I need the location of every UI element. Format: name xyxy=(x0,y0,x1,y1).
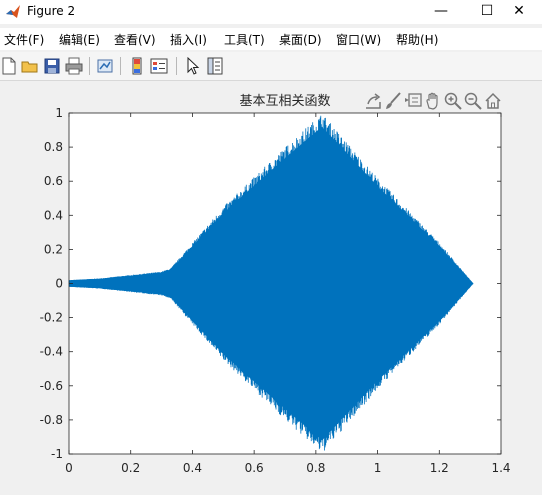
minimize-button[interactable]: — xyxy=(418,0,464,24)
menu-file[interactable]: 文件(F) xyxy=(4,31,44,48)
y-tick-label: -0.6 xyxy=(40,379,63,393)
zoom-out-icon[interactable] xyxy=(464,92,482,110)
y-tick-label: 0.6 xyxy=(44,174,63,188)
menu-insert[interactable]: 插入(I) xyxy=(170,31,207,48)
y-tick-label: 0.2 xyxy=(44,242,63,256)
toolbar-separator xyxy=(89,57,90,75)
y-tick-label: 0.8 xyxy=(44,140,63,154)
open-file-icon[interactable] xyxy=(21,57,39,75)
edit-plot-icon[interactable] xyxy=(184,57,202,75)
zoom-in-icon[interactable] xyxy=(444,92,462,110)
y-tick-label: 1 xyxy=(55,106,63,120)
figure-toolbar xyxy=(0,52,542,81)
new-figure-icon[interactable] xyxy=(0,57,18,75)
menu-help[interactable]: 帮助(H) xyxy=(396,31,438,48)
chart-title: 基本互相关函数 xyxy=(239,94,330,109)
insert-legend-icon[interactable] xyxy=(150,57,168,75)
title-bar: Figure 2 — ☐ ✕ xyxy=(0,0,542,24)
y-tick-label: -1 xyxy=(51,447,63,461)
link-plot-icon[interactable] xyxy=(96,57,114,75)
y-tick-label: -0.4 xyxy=(40,345,63,359)
property-inspector-icon[interactable] xyxy=(206,57,224,75)
x-tick-label: 1.4 xyxy=(491,461,510,475)
x-tick-label: 0 xyxy=(65,461,73,475)
print-icon[interactable] xyxy=(65,57,83,75)
toolbar-separator xyxy=(120,57,121,75)
x-tick-label: 1 xyxy=(374,461,382,475)
x-tick-label: 0.8 xyxy=(306,461,325,475)
menu-view[interactable]: 查看(V) xyxy=(114,31,156,48)
brush-icon[interactable] xyxy=(384,92,402,110)
x-tick-label: 0.4 xyxy=(183,461,202,475)
matlab-icon xyxy=(6,5,20,18)
home-icon[interactable] xyxy=(484,92,502,110)
insert-colorbar-icon[interactable] xyxy=(128,57,146,75)
close-button[interactable]: ✕ xyxy=(496,0,542,24)
save-icon[interactable] xyxy=(43,57,61,75)
x-tick-label: 0.6 xyxy=(245,461,264,475)
y-tick-label: -0.2 xyxy=(40,311,63,325)
menu-edit[interactable]: 编辑(E) xyxy=(59,31,100,48)
y-tick-label: -0.8 xyxy=(40,413,63,427)
y-tick-label: 0 xyxy=(55,277,63,291)
x-tick-label: 0.2 xyxy=(121,461,140,475)
x-tick-label: 1.2 xyxy=(430,461,449,475)
menu-window[interactable]: 窗口(W) xyxy=(336,31,381,48)
menu-desktop[interactable]: 桌面(D) xyxy=(279,31,322,48)
toolbar-separator xyxy=(176,57,177,75)
export-icon[interactable] xyxy=(364,92,382,110)
plot-svg[interactable]: 0 0.2 0.4 0.6 0.8 1 1.2 1.4 1 0.8 0.6 0.4 0.2 0 -0.2 -0… xyxy=(0,81,542,495)
menu-bar: 文件(F) 编辑(E) 查看(V) 插入(I) 工具(T) 桌面(D) 窗口(W… xyxy=(0,28,542,50)
pan-icon[interactable] xyxy=(424,92,442,110)
window-title: Figure 2 xyxy=(27,4,76,18)
menu-tools[interactable]: 工具(T) xyxy=(224,31,265,48)
y-tick-label: 0.4 xyxy=(44,208,63,222)
data-tips-icon[interactable] xyxy=(404,92,422,110)
